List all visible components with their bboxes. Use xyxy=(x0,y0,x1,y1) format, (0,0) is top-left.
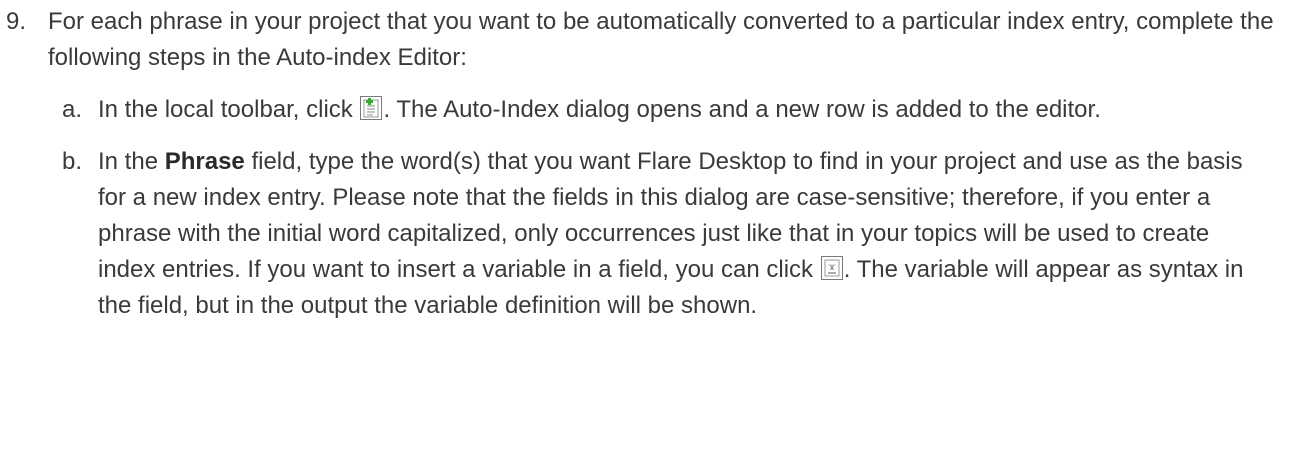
substep-a-text-before: In the local toolbar, click xyxy=(98,96,360,123)
new-auto-index-icon xyxy=(360,96,383,120)
substep-list: a. In the local toolbar, click . The Aut… xyxy=(48,92,1299,324)
substep-a-text-after: . The Auto-Index dialog opens and a new … xyxy=(383,96,1101,123)
substep-text: In the Phrase field, type the word(s) th… xyxy=(98,144,1248,324)
substep-letter: a. xyxy=(62,96,83,123)
step-9: 9. For each phrase in your project that … xyxy=(0,4,1299,76)
document-body: 9. For each phrase in your project that … xyxy=(0,0,1299,454)
substep-b-text-before: In the xyxy=(98,148,165,175)
svg-text:x: x xyxy=(830,263,834,272)
phrase-field-label: Phrase xyxy=(164,148,245,175)
substep-letter: b. xyxy=(62,148,83,175)
insert-variable-icon: x xyxy=(820,256,843,280)
substep-text: In the local toolbar, click . The Auto-I… xyxy=(98,92,1248,128)
substep-a: a. In the local toolbar, click . The Aut… xyxy=(48,92,1299,128)
step-number: 9. xyxy=(6,8,27,35)
substep-b: b. In the Phrase field, type the word(s)… xyxy=(48,144,1299,324)
step-text: For each phrase in your project that you… xyxy=(48,8,1274,71)
